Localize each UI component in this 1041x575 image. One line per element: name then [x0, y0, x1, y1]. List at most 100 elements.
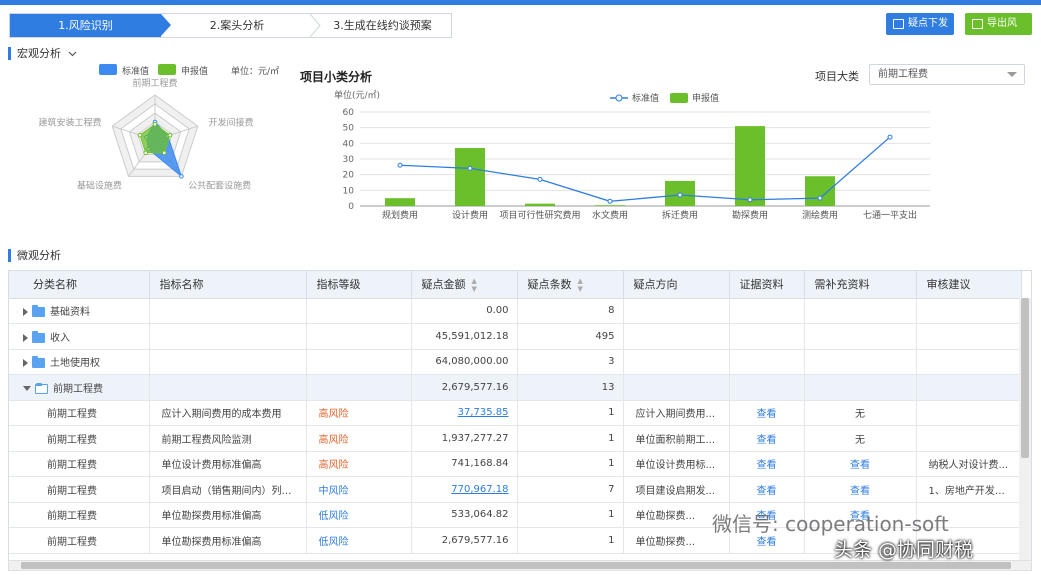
cell-empty — [729, 374, 805, 401]
chevron-down-icon — [68, 51, 76, 57]
row-amount[interactable]: 37,735.85 — [458, 407, 509, 418]
caret-down-icon — [1007, 72, 1017, 77]
row-amount: 2,679,577.16 — [441, 534, 509, 546]
radar-standard-point — [143, 150, 149, 156]
row-indicator: 单位设计费用标准偏高 — [149, 451, 307, 477]
table-header-row: 分类名称 指标名称 指标等级 疑点金额 ▲ ▼ 疑点条数 ▲ ▼ 疑点方向 证据资料 需… — [9, 271, 1022, 299]
line-point — [677, 192, 683, 198]
caret-right-icon[interactable] — [23, 308, 28, 317]
doubt-dispatch-label: 疑点下发 — [908, 18, 948, 29]
table-row[interactable]: 前期工程费 项目启动（销售期间内）列支... 中风险 770,967.18 7 项目建设启… — [9, 476, 1022, 503]
micro-section-title: 微观分析 — [8, 249, 61, 262]
x-tick-label: 七通一平支出 — [863, 209, 917, 221]
table-row[interactable]: 前期工程费 单位设计费用标准偏高 高风险 741,168.84 1 单位设计费用标... 查… — [9, 451, 1022, 477]
sort-icon[interactable]: ▲ ▼ — [578, 277, 583, 293]
x-tick-label: 测绘费用 — [802, 209, 838, 221]
col-amount[interactable]: 疑点金额 ▲ ▼ — [411, 271, 518, 299]
step-risk-identify[interactable]: 1.风险识别 — [10, 14, 161, 37]
doubt-dispatch-button[interactable]: 疑点下发 — [886, 13, 954, 35]
group-count: 13 — [517, 374, 624, 401]
y-tick-label: 20 — [343, 171, 355, 181]
col-supplement: 需补充资料 — [804, 271, 917, 299]
horizontal-scroll-thumb[interactable] — [21, 562, 1011, 569]
bar — [385, 198, 415, 206]
cell-empty — [306, 349, 412, 375]
bar — [455, 148, 485, 206]
row-evidence-link[interactable]: 查看 — [757, 460, 777, 471]
cell-empty — [729, 298, 805, 324]
row-supplement[interactable]: 查看 — [850, 460, 870, 471]
caret-right-icon[interactable] — [23, 359, 28, 368]
row-evidence-link[interactable]: 查看 — [757, 435, 777, 446]
cell-empty — [729, 349, 805, 375]
row-amount[interactable]: 770,967.18 — [451, 484, 508, 495]
cell-empty — [916, 349, 1022, 375]
x-tick-label: 拆迁费用 — [662, 209, 698, 221]
sort-icon[interactable]: ▲ ▼ — [472, 277, 477, 293]
bar — [735, 126, 765, 206]
cell-empty — [804, 374, 917, 401]
cell-empty — [804, 298, 917, 324]
group-row[interactable]: 土地使用权 64,080,000.00 3 — [9, 349, 1022, 375]
table-row[interactable]: 前期工程费 前期工程费风险监测 高风险 1,937,277.27 1 单位面积前期工...… — [9, 425, 1022, 452]
row-evidence-link[interactable]: 查看 — [757, 537, 777, 548]
step-desk-analysis[interactable]: 2.案头分析 — [161, 14, 313, 37]
watermark-toutiao: 头条 @协同财税 — [834, 539, 974, 561]
group-count: 8 — [517, 298, 624, 324]
row-count: 1 — [517, 502, 624, 528]
group-cell[interactable]: 前期工程费 — [9, 374, 150, 401]
step-interview-plan[interactable]: 3.生成在线约谈预案 — [313, 14, 452, 37]
row-direction: 应计入期间费用... — [623, 400, 730, 426]
group-row[interactable]: 基础资料 0.00 8 — [9, 298, 1022, 324]
line-point — [747, 197, 753, 203]
row-level: 中风险 — [306, 476, 412, 503]
row-level: 高风险 — [306, 400, 412, 426]
group-cell[interactable]: 土地使用权 — [9, 349, 150, 375]
group-row[interactable]: 收入 45,591,012.18 495 — [9, 323, 1022, 350]
row-count: 7 — [517, 476, 624, 503]
category-select-label: 项目大类 — [815, 70, 859, 83]
row-count: 1 — [517, 451, 624, 477]
x-tick-label: 项目可行性研究费用 — [499, 209, 580, 221]
caret-right-icon[interactable] — [23, 333, 28, 342]
line-point — [537, 176, 543, 182]
group-count: 3 — [517, 349, 624, 375]
folder-icon — [32, 305, 45, 318]
col-direction: 疑点方向 — [623, 271, 730, 299]
cell-empty — [149, 323, 307, 350]
category-select[interactable]: 前期工程费 — [869, 64, 1025, 85]
group-row[interactable]: 前期工程费 2,679,577.16 13 — [9, 374, 1022, 401]
export-risk-button[interactable]: 导出风险 — [965, 13, 1032, 51]
caret-down-icon[interactable] — [23, 386, 31, 392]
folder-icon — [35, 382, 48, 394]
vertical-scroll-thumb[interactable] — [1021, 298, 1029, 458]
row-level: 低风险 — [306, 502, 412, 528]
row-indicator: 单位勘探费用标准偏高 — [149, 502, 307, 528]
bar-line-chart: 单位(元/㎡) 标准值 申报值 0 10 20 30 40 50 60 规划费用 设计费用 项目可行性研… — [334, 89, 930, 221]
row-indicator: 项目启动（销售期间内）列支... — [149, 476, 307, 503]
radar-axis-label: 开发间接费 — [208, 117, 253, 129]
macro-section-title[interactable]: 宏观分析 — [8, 47, 77, 60]
col-count[interactable]: 疑点条数 ▲ ▼ — [517, 271, 624, 299]
cell-empty — [804, 349, 917, 375]
vertical-scrollbar[interactable] — [1019, 298, 1031, 569]
x-tick-label: 规划费用 — [382, 209, 418, 221]
col-evidence: 证据资料 — [729, 271, 805, 299]
y-tick-label: 10 — [343, 186, 355, 196]
row-indicator: 应计入期间费用的成本费用 — [149, 400, 307, 426]
group-name: 基础资料 — [50, 307, 90, 319]
radar-axis-label: 建筑安装工程费 — [38, 117, 101, 129]
line-point — [887, 134, 893, 140]
top-accent-bar — [0, 0, 1041, 5]
row-count: 1 — [517, 400, 624, 426]
x-tick-label: 勘探费用 — [732, 209, 768, 221]
group-amount: 45,591,012.18 — [411, 323, 518, 350]
row-evidence-link[interactable]: 查看 — [757, 409, 777, 420]
cell-empty — [306, 374, 412, 401]
row-evidence-link[interactable]: 查看 — [757, 486, 777, 497]
line-point — [467, 165, 473, 171]
table-row[interactable]: 前期工程费 应计入期间费用的成本费用 高风险 37,735.85 1 应计入期间费用...… — [9, 400, 1022, 426]
row-supplement[interactable]: 查看 — [850, 486, 870, 497]
group-cell[interactable]: 收入 — [9, 323, 150, 350]
group-cell[interactable]: 基础资料 — [9, 298, 150, 324]
